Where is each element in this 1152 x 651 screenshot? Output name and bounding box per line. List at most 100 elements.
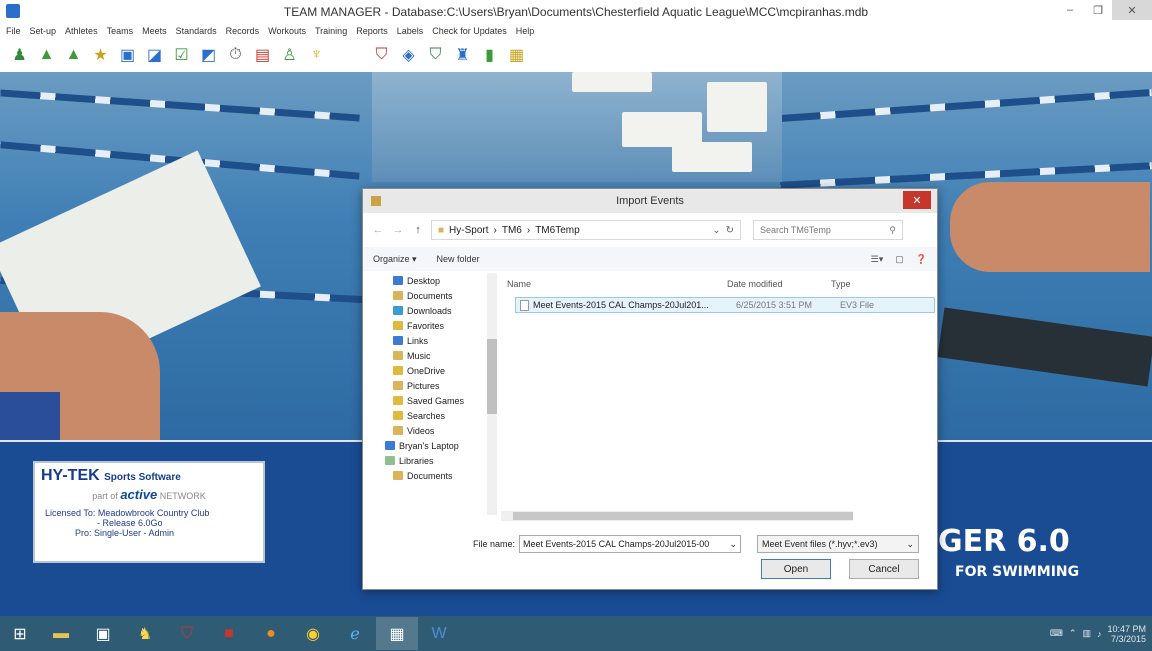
- report-icon[interactable]: ▤: [253, 46, 272, 65]
- shield2-icon[interactable]: ⛉: [426, 46, 445, 65]
- menu-file[interactable]: File: [6, 26, 21, 36]
- back-arrow-icon[interactable]: ←: [371, 224, 385, 236]
- hytek-logo: HY-TEK Sports Software: [41, 467, 181, 484]
- swim-app-icon[interactable]: ♞: [124, 617, 166, 650]
- filename-input[interactable]: Meet Events-2015 CAL Champs-20Jul2015-00…: [519, 535, 742, 553]
- nav-item-music[interactable]: Music: [363, 348, 497, 363]
- breadcrumb-tm6temp[interactable]: TM6Temp: [535, 225, 579, 236]
- nav-item-downloads[interactable]: Downloads: [363, 303, 497, 318]
- menu-setup[interactable]: Set-up: [30, 26, 57, 36]
- cancel-button[interactable]: Cancel: [849, 559, 919, 579]
- menu-workouts[interactable]: Workouts: [268, 26, 306, 36]
- chevron-down-icon[interactable]: ⌄: [729, 539, 737, 550]
- tool-icon[interactable]: ▮: [480, 46, 499, 65]
- star-icon[interactable]: ★: [91, 46, 110, 65]
- menu-athletes[interactable]: Athletes: [65, 26, 98, 36]
- menu-reports[interactable]: Reports: [356, 26, 388, 36]
- word-icon[interactable]: W: [418, 617, 460, 650]
- menu-standards[interactable]: Standards: [176, 26, 217, 36]
- column-type[interactable]: Type: [825, 279, 851, 289]
- breadcrumb-hysport[interactable]: Hy-Sport: [449, 225, 488, 236]
- help-icon[interactable]: ❓: [916, 254, 927, 265]
- menu-help[interactable]: Help: [516, 26, 535, 36]
- nav-item-videos[interactable]: Videos: [363, 423, 497, 438]
- file-explorer-icon[interactable]: ▬: [40, 617, 82, 650]
- nav-item-onedrive[interactable]: OneDrive: [363, 363, 497, 378]
- minimize-button[interactable]: –: [1056, 0, 1084, 20]
- search-input[interactable]: Search TM6Temp ⚲: [753, 220, 903, 240]
- app-icon[interactable]: ▣: [82, 617, 124, 650]
- menu-teams[interactable]: Teams: [107, 26, 134, 36]
- maximize-button[interactable]: ❐: [1084, 0, 1112, 20]
- search-icon: ⚲: [889, 224, 896, 235]
- group-icon[interactable]: ♜: [453, 46, 472, 65]
- new-folder-button[interactable]: New folder: [437, 254, 480, 264]
- team-manager-taskbar-icon[interactable]: ▦: [376, 617, 418, 650]
- desktop-icon: [393, 276, 403, 285]
- chrome-icon[interactable]: ◉: [292, 617, 334, 650]
- forward-arrow-icon[interactable]: →: [391, 224, 405, 236]
- trophy-icon[interactable]: ♆: [307, 46, 326, 65]
- nav-item-desktop[interactable]: Desktop: [363, 273, 497, 288]
- breadcrumb-tm6[interactable]: TM6: [502, 225, 522, 236]
- help-icon[interactable]: ▦: [507, 46, 526, 65]
- chevron-up-icon[interactable]: ⌃: [1069, 628, 1077, 639]
- reader-app-icon[interactable]: ■: [208, 617, 250, 650]
- team-add-icon[interactable]: ▲: [37, 46, 56, 65]
- menu-records[interactable]: Records: [226, 26, 260, 36]
- relay-icon[interactable]: ♙: [280, 46, 299, 65]
- network-icon[interactable]: ▥: [1082, 628, 1091, 639]
- file-row[interactable]: Meet Events-2015 CAL Champs-20Jul201... …: [515, 297, 935, 313]
- nav-item-laptop[interactable]: Bryan's Laptop: [363, 438, 497, 453]
- import-icon[interactable]: ◪: [145, 46, 164, 65]
- nav-scrollbar-thumb[interactable]: [487, 339, 497, 414]
- volume-icon[interactable]: ♪: [1097, 629, 1102, 639]
- view-options-icon[interactable]: ☰▾: [871, 254, 884, 265]
- open-button[interactable]: Open: [761, 559, 831, 579]
- dialog-titlebar: Import Events ✕: [363, 189, 937, 213]
- nav-item-favorites[interactable]: Favorites: [363, 318, 497, 333]
- shield-icon[interactable]: ⛉: [372, 46, 391, 65]
- nav-item-documents[interactable]: Documents: [363, 288, 497, 303]
- internet-explorer-icon[interactable]: ℯ: [334, 617, 376, 650]
- nav-item-libraries[interactable]: Libraries: [363, 453, 497, 468]
- menu-labels[interactable]: Labels: [397, 26, 424, 36]
- nav-item-saved-games[interactable]: Saved Games: [363, 393, 497, 408]
- menu-check-updates[interactable]: Check for Updates: [432, 26, 507, 36]
- address-bar[interactable]: ■ Hy-Sport › TM6 › TM6Temp ⌄ ↻: [431, 220, 741, 240]
- nav-item-links[interactable]: Links: [363, 333, 497, 348]
- team-icon[interactable]: ▲: [64, 46, 83, 65]
- check-icon[interactable]: ☑: [172, 46, 191, 65]
- nav-item-pictures[interactable]: Pictures: [363, 378, 497, 393]
- nav-item-lib-documents[interactable]: Documents: [363, 468, 497, 483]
- clock[interactable]: 10:47 PM 7/3/2015: [1107, 624, 1146, 644]
- firefox-icon[interactable]: ●: [250, 617, 292, 650]
- address-bar-row: ← → ↑ ■ Hy-Sport › TM6 › TM6Temp ⌄ ↻ Searc…: [371, 219, 931, 241]
- file-type-select[interactable]: Meet Event files (*.hyv;*.ev3) ⌄: [757, 535, 919, 553]
- column-name[interactable]: Name: [501, 279, 721, 289]
- shield-app-icon[interactable]: ⛉: [166, 617, 208, 650]
- menu-meets[interactable]: Meets: [142, 26, 167, 36]
- up-arrow-icon[interactable]: ↑: [411, 224, 425, 236]
- horizontal-scrollbar-thumb[interactable]: [513, 512, 853, 520]
- taskbar: ⊞ ▬ ▣ ♞ ⛉ ■ ● ◉ ℯ ▦ W ⌨ ⌃ ▥ ♪ 10:47 PM 7…: [0, 616, 1152, 651]
- start-button[interactable]: ⊞: [0, 617, 40, 650]
- refresh-icon[interactable]: ↻: [726, 225, 734, 236]
- nav-item-searches[interactable]: Searches: [363, 408, 497, 423]
- meet-icon[interactable]: ▣: [118, 46, 137, 65]
- dialog-close-button[interactable]: ✕: [903, 191, 931, 209]
- column-date-modified[interactable]: Date modified: [721, 279, 825, 289]
- chevron-down-icon[interactable]: ⌄: [712, 225, 720, 236]
- athlete-icon[interactable]: ♟: [10, 46, 29, 65]
- menu-training[interactable]: Training: [315, 26, 347, 36]
- map-icon[interactable]: ◈: [399, 46, 418, 65]
- export-icon[interactable]: ◩: [199, 46, 218, 65]
- keyboard-icon[interactable]: ⌨: [1050, 628, 1063, 639]
- stopwatch-icon[interactable]: ⏱: [226, 46, 245, 65]
- preview-pane-icon[interactable]: ▢: [895, 254, 904, 265]
- organize-button[interactable]: Organize ▾: [373, 254, 417, 265]
- clock-time: 10:47 PM: [1107, 623, 1146, 634]
- close-button[interactable]: ✕: [1112, 0, 1152, 20]
- filename-label: File name:: [473, 539, 516, 549]
- splash-subtitle: FOR SWIMMING: [955, 564, 1080, 580]
